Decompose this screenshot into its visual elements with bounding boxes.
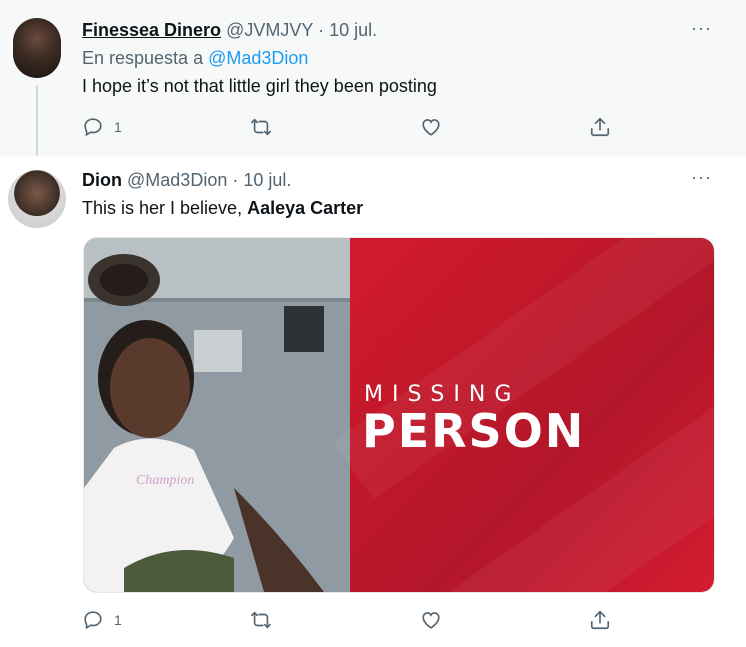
reply-button[interactable]: 1	[82, 608, 122, 632]
share-button[interactable]	[589, 115, 611, 139]
shirt-text: Champion	[136, 473, 194, 488]
action-bar: 1	[82, 608, 642, 632]
timestamp[interactable]: 10 jul.	[243, 170, 291, 190]
handle[interactable]: @JVMJVY	[226, 20, 313, 40]
share-icon	[590, 117, 610, 137]
retweet-button[interactable]	[250, 608, 272, 632]
like-button[interactable]	[420, 115, 442, 139]
more-icon[interactable]: ···	[691, 167, 712, 188]
like-icon	[422, 119, 440, 136]
display-name[interactable]: Dion	[82, 170, 122, 190]
like-button[interactable]	[420, 608, 442, 632]
reply-icon	[84, 611, 102, 630]
retweet-button[interactable]	[250, 115, 272, 139]
tweet-text: This is her I believe, Aaleya Carter	[82, 198, 363, 219]
share-icon	[590, 610, 610, 630]
tweet-header: Finessea Dinero @JVMJVY · 10 jul.	[82, 20, 377, 41]
share-button[interactable]	[589, 608, 611, 632]
reply-context: En respuesta a @Mad3Dion	[82, 48, 308, 69]
tweet-text-plain: This is her I believe,	[82, 198, 248, 218]
reply-prefix: En respuesta a	[82, 48, 204, 68]
tweet-text-bold: Aaleya Carter	[247, 198, 364, 218]
retweet-icon	[251, 118, 271, 136]
photo-illustration: Champion	[84, 238, 350, 592]
reply-icon	[84, 118, 102, 137]
avatar[interactable]	[13, 18, 61, 78]
reply-button[interactable]: 1	[82, 115, 122, 139]
display-name[interactable]: Finessea Dinero	[82, 20, 221, 40]
reply-mention-link[interactable]: @Mad3Dion	[208, 48, 308, 68]
reply-count: 1	[114, 612, 122, 628]
more-icon[interactable]: ···	[691, 18, 712, 39]
reply-count: 1	[114, 119, 122, 135]
media-image[interactable]: Champion MISSING PERSON	[83, 237, 715, 593]
handle[interactable]: @Mad3Dion	[127, 170, 227, 190]
missing-person-banner: MISSING PERSON	[333, 238, 714, 592]
like-icon	[422, 612, 440, 629]
tweet-text: I hope it’s not that little girl they be…	[82, 76, 437, 96]
child-photo: Champion	[84, 238, 350, 592]
action-bar: 1	[82, 115, 642, 139]
person-label: PERSON	[362, 404, 586, 458]
retweet-icon	[251, 611, 271, 629]
thread-line	[36, 85, 38, 163]
tweet-header: Dion @Mad3Dion · 10 jul.	[82, 170, 291, 191]
separator: ·	[318, 20, 325, 40]
separator: ·	[232, 170, 239, 190]
timestamp[interactable]: 10 jul.	[329, 20, 377, 40]
avatar[interactable]	[8, 170, 66, 228]
tweet-finessea[interactable]: Finessea Dinero @JVMJVY · 10 jul. ··· En…	[0, 0, 746, 163]
